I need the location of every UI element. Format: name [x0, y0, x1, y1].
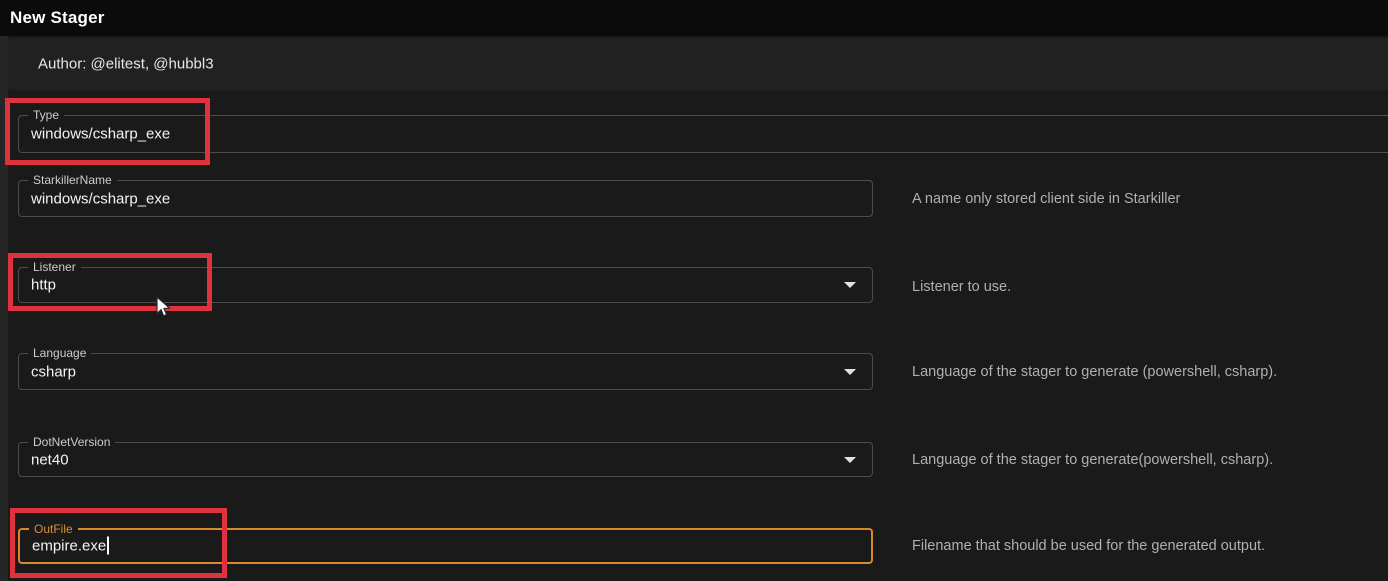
listener-select-label: Listener: [28, 260, 81, 275]
language-select[interactable]: Language csharp: [18, 353, 873, 390]
chevron-down-icon[interactable]: [844, 282, 856, 288]
language-select-label: Language: [28, 346, 91, 361]
author-text: Author: @elitest, @hubbl3: [38, 56, 214, 73]
listener-select-value: http: [31, 277, 56, 294]
dotnetversion-helper-text: Language of the stager to generate(power…: [912, 452, 1273, 468]
starkillername-field-label: StarkillerName: [28, 173, 117, 188]
new-stager-form-screen: New Stager Author: @elitest, @hubbl3 Typ…: [0, 0, 1388, 581]
text-caret: [107, 537, 109, 555]
page-title: New Stager: [10, 8, 105, 28]
listener-select[interactable]: Listener http: [18, 267, 873, 303]
type-field-value: windows/csharp_exe: [31, 126, 170, 143]
type-field-label: Type: [28, 108, 64, 123]
mouse-cursor-icon: [155, 296, 175, 325]
chevron-down-icon[interactable]: [844, 457, 856, 463]
dotnetversion-select[interactable]: DotNetVersion net40: [18, 442, 873, 477]
outfile-field-label: OutFile: [29, 522, 78, 537]
dotnetversion-select-label: DotNetVersion: [28, 435, 115, 450]
type-field[interactable]: Type windows/csharp_exe: [18, 115, 1388, 153]
outfile-field-value: empire.exe: [32, 537, 109, 554]
listener-helper-text: Listener to use.: [912, 279, 1011, 295]
dotnetversion-select-value: net40: [31, 451, 69, 468]
left-edge-strip: [0, 36, 8, 581]
language-helper-text: Language of the stager to generate (powe…: [912, 364, 1277, 380]
chevron-down-icon[interactable]: [844, 369, 856, 375]
title-bar: New Stager: [0, 0, 1388, 36]
author-panel: Author: @elitest, @hubbl3: [8, 38, 1388, 90]
outfile-helper-text: Filename that should be used for the gen…: [912, 538, 1265, 554]
outfile-field[interactable]: OutFile empire.exe: [18, 528, 873, 564]
starkillername-field[interactable]: StarkillerName windows/csharp_exe: [18, 180, 873, 217]
starkillername-field-value: windows/csharp_exe: [31, 190, 170, 207]
starkillername-helper-text: A name only stored client side in Starki…: [912, 191, 1180, 207]
language-select-value: csharp: [31, 363, 76, 380]
